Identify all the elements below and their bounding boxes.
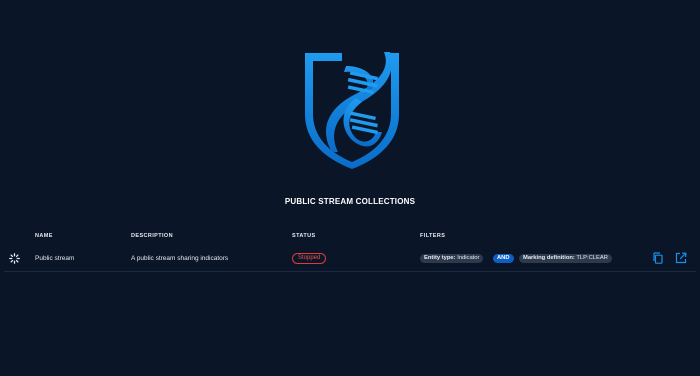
- row-description: A public stream sharing indicators: [131, 255, 229, 262]
- filter-operator-chip: AND: [493, 254, 514, 263]
- column-header-filters[interactable]: FILTERS: [420, 233, 445, 239]
- filter-chip-marking-definition: Marking definition: TLP:CLEAR: [519, 254, 612, 263]
- filter-key: Entity type:: [424, 255, 456, 261]
- row-name: Public stream: [35, 255, 75, 262]
- open-in-new-icon[interactable]: [675, 252, 687, 264]
- column-header-status[interactable]: STATUS: [292, 233, 316, 239]
- copy-icon[interactable]: [652, 252, 664, 264]
- filter-key: Marking definition:: [523, 255, 575, 261]
- filter-value: TLP:CLEAR: [576, 255, 608, 261]
- filter-value: Indicator: [457, 255, 480, 261]
- dna-shield-logo: [305, 52, 399, 169]
- page-title: PUBLIC STREAM COLLECTIONS: [284, 197, 416, 206]
- table-row[interactable]: Public stream A public stream sharing in…: [4, 247, 696, 272]
- status-badge: Stopped: [292, 253, 327, 264]
- filter-chip-entity-type: Entity type: Indicator: [420, 254, 484, 263]
- column-header-description[interactable]: DESCRIPTION: [131, 233, 173, 239]
- stream-icon: [9, 253, 20, 264]
- column-header-name[interactable]: NAME: [35, 233, 53, 239]
